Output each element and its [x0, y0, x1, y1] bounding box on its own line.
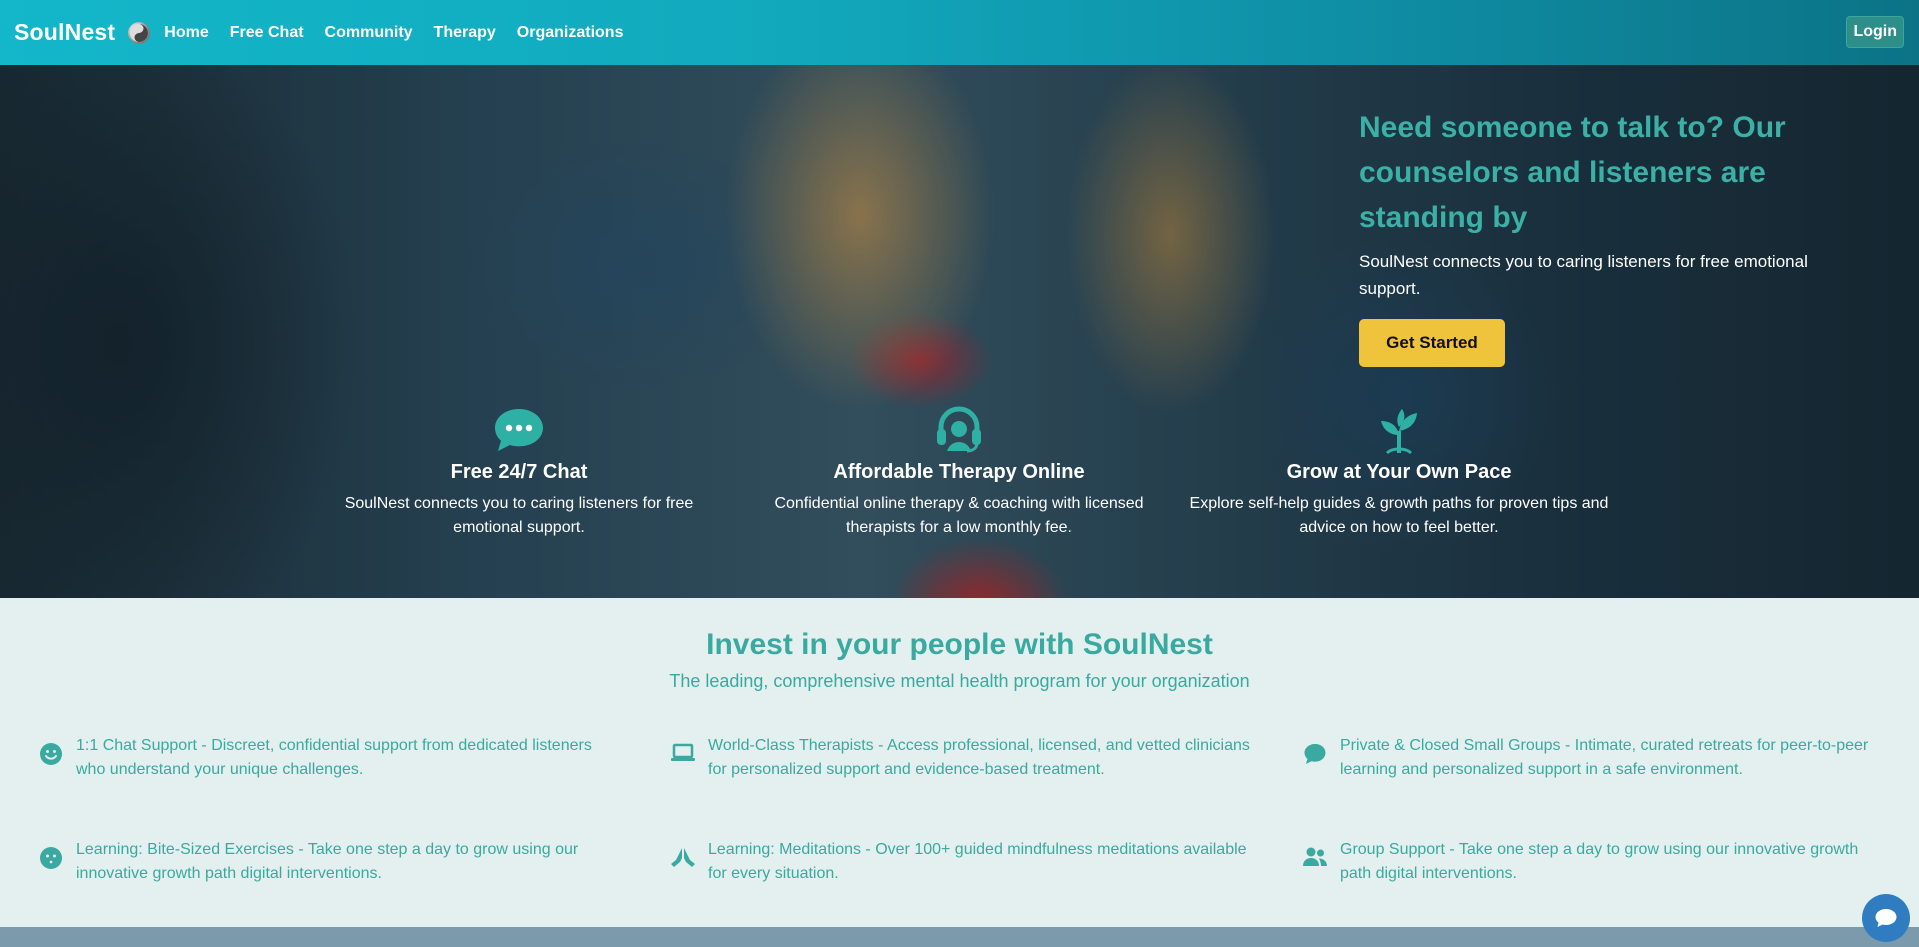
- top-navbar: SoulNest Home Free Chat Community Therap…: [0, 0, 1919, 65]
- headset-icon: [749, 405, 1169, 455]
- program-feature-exercises: Learning: Bite-Sized Exercises - Take on…: [38, 838, 608, 886]
- program-subtitle: The leading, comprehensive mental health…: [669, 671, 1250, 691]
- hero-copy: Need someone to talk to? Our counselors …: [1359, 105, 1859, 367]
- program-feature-text: Group Support - Take one step a day to g…: [1340, 841, 1859, 882]
- nav-link-community[interactable]: Community: [325, 24, 413, 42]
- chat-widget-button[interactable]: [1862, 894, 1910, 942]
- program-feature-therapists: World-Class Therapists - Access professi…: [670, 734, 1260, 782]
- hero-feature-chat: Free 24/7 Chat SoulNest connects you to …: [309, 405, 729, 540]
- praying-hands-icon: [670, 846, 696, 872]
- chat-bubble-icon: [309, 405, 729, 455]
- hero-feature-therapy: Affordable Therapy Online Confidential o…: [749, 405, 1169, 540]
- users-icon: [1302, 846, 1328, 872]
- laptop-icon: [670, 742, 696, 768]
- feature-title: Free 24/7 Chat: [450, 461, 588, 483]
- nav-link-free-chat[interactable]: Free Chat: [230, 24, 304, 42]
- program-title: Invest in your people with SoulNest: [706, 628, 1213, 661]
- program-feature-group-support: Group Support - Take one step a day to g…: [1302, 838, 1892, 886]
- program-feature-text: Learning: Bite-Sized Exercises - Take on…: [76, 841, 579, 882]
- nav-link-therapy[interactable]: Therapy: [434, 24, 496, 42]
- face-icon: [38, 846, 64, 872]
- get-started-button[interactable]: Get Started: [1359, 319, 1505, 367]
- program-feature-text: 1:1 Chat Support - Discreet, confidentia…: [76, 737, 592, 778]
- program-section: Invest in your people with SoulNest The …: [0, 598, 1919, 927]
- smile-icon: [38, 742, 64, 768]
- sprout-icon: [1189, 405, 1609, 455]
- footer-bar: [0, 927, 1919, 947]
- hero-feature-grow: Grow at Your Own Pace Explore self-help …: [1189, 405, 1609, 540]
- login-button[interactable]: Login: [1846, 16, 1904, 48]
- feature-text: SoulNest connects you to caring listener…: [344, 495, 694, 536]
- hero-section: Need someone to talk to? Our counselors …: [0, 65, 1919, 598]
- feature-title: Grow at Your Own Pace: [1286, 461, 1512, 483]
- feature-title: Affordable Therapy Online: [833, 461, 1085, 483]
- hero-title: Need someone to talk to? Our counselors …: [1359, 111, 1786, 234]
- feature-text: Confidential online therapy & coaching w…: [774, 495, 1144, 536]
- hero-subtitle: SoulNest connects you to caring listener…: [1359, 252, 1808, 298]
- brand-name[interactable]: SoulNest: [14, 19, 115, 46]
- nav-link-home[interactable]: Home: [164, 24, 208, 42]
- comment-icon: [1302, 742, 1328, 768]
- feature-text: Explore self-help guides & growth paths …: [1189, 495, 1609, 536]
- yin-yang-logo-icon: [128, 21, 151, 44]
- program-feature-text: Learning: Meditations - Over 100+ guided…: [708, 841, 1247, 882]
- program-feature-meditations: Learning: Meditations - Over 100+ guided…: [670, 838, 1260, 886]
- program-feature-small-groups: Private & Closed Small Groups - Intimate…: [1302, 734, 1892, 782]
- nav-link-organizations[interactable]: Organizations: [517, 24, 624, 42]
- program-feature-chat-support: 1:1 Chat Support - Discreet, confidentia…: [38, 734, 608, 782]
- program-feature-text: Private & Closed Small Groups - Intimate…: [1340, 737, 1869, 778]
- comment-icon: [1875, 909, 1897, 927]
- program-feature-text: World-Class Therapists - Access professi…: [708, 737, 1250, 778]
